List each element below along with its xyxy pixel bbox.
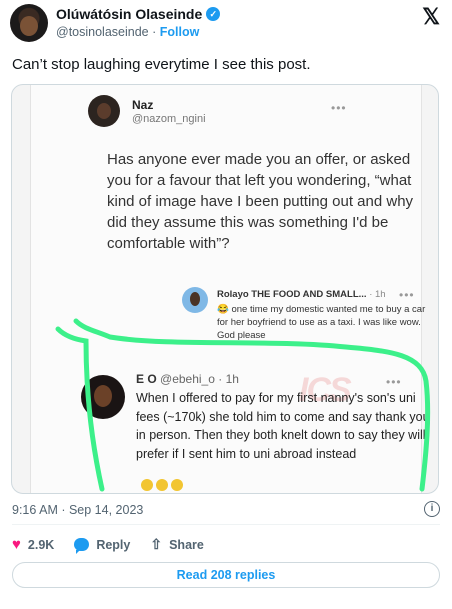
- laughing-emoji-icon: [141, 479, 153, 491]
- x-logo-icon[interactable]: 𝕏: [422, 4, 440, 30]
- naz-post-text: Has anyone ever made you an offer, or as…: [107, 151, 414, 252]
- share-label: Share: [169, 537, 204, 552]
- eo-avatar: [81, 375, 125, 419]
- author-name-row: Olúwátósin Olaseinde ✓: [56, 6, 221, 22]
- like-count: 2.9K: [27, 537, 55, 552]
- more-icon: •••: [331, 101, 347, 115]
- tweet-timestamp[interactable]: 9:16 AM · Sep 14, 2023: [12, 503, 143, 517]
- eo-time: · 1h: [218, 372, 239, 386]
- eo-reply-text: When I offered to pay for my first nanny…: [136, 391, 430, 461]
- info-icon[interactable]: i: [424, 501, 440, 517]
- like-button[interactable]: ♥ 2.9K: [12, 536, 54, 553]
- author-handle-row: @tosinolaseinde · Follow: [56, 25, 199, 39]
- author-name[interactable]: Olúwátósin Olaseinde: [56, 6, 202, 22]
- tweet-media-image[interactable]: Naz @nazom_ngini ••• Has anyone ever mad…: [11, 84, 439, 494]
- naz-name: Naz: [132, 98, 154, 112]
- laughing-emoji-icon: [156, 479, 168, 491]
- laughing-emoji-row: [141, 479, 183, 491]
- rolayo-name-row: Rolayo THE FOOD AND SMALL... · 1h: [217, 289, 386, 300]
- rolayo-avatar: [182, 287, 208, 313]
- separator-dot: ·: [152, 25, 157, 39]
- action-bar: ♥ 2.9K Reply ⇧ Share: [12, 536, 204, 554]
- divider: [12, 524, 440, 525]
- verified-badge-icon: ✓: [206, 7, 221, 21]
- read-replies-button[interactable]: Read 208 replies: [12, 562, 440, 588]
- reply-button[interactable]: Reply: [74, 537, 131, 554]
- more-icon: •••: [386, 375, 402, 389]
- more-icon: •••: [399, 288, 415, 302]
- eo-name-row: E O @ebehi_o · 1h: [136, 372, 239, 386]
- author-handle[interactable]: @tosinolaseinde: [56, 25, 149, 39]
- share-icon: ⇧: [150, 536, 163, 552]
- laughing-emoji-icon: [171, 479, 183, 491]
- naz-handle: @nazom_ngini: [132, 113, 206, 125]
- eo-handle: @ebehi_o: [160, 372, 215, 386]
- screenshot-card: Naz @nazom_ngini ••• Has anyone ever mad…: [30, 85, 430, 493]
- rolayo-time: · 1h: [369, 289, 386, 300]
- eo-name: E O: [136, 372, 157, 386]
- reply-label: Reply: [96, 537, 131, 552]
- rolayo-reply-text: 😂 one time my domestic wanted me to buy …: [217, 304, 426, 341]
- naz-avatar: [88, 95, 120, 127]
- reply-bubble-icon: [74, 538, 90, 554]
- author-avatar[interactable]: [10, 4, 48, 42]
- share-button[interactable]: ⇧ Share: [150, 536, 203, 553]
- follow-button[interactable]: Follow: [160, 25, 200, 39]
- rolayo-name: Rolayo THE FOOD AND SMALL...: [217, 289, 367, 300]
- heart-icon: ♥: [12, 536, 21, 553]
- tweet-text: Can’t stop laughing everytime I see this…: [12, 56, 311, 73]
